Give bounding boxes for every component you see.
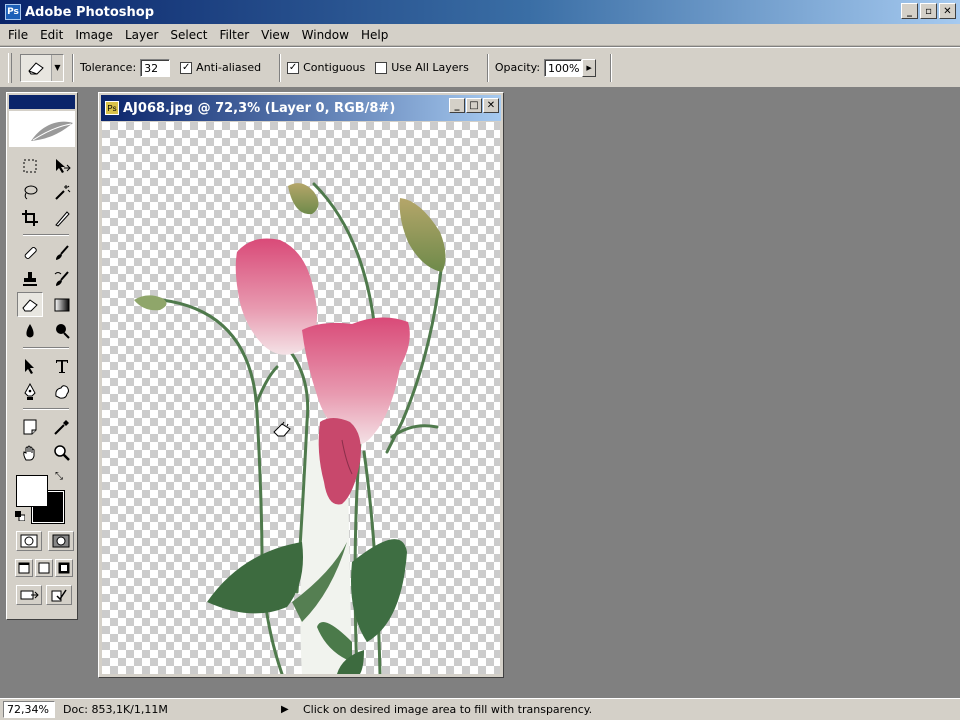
default-colors-icon[interactable] [15,511,25,521]
menu-bar: File Edit Image Layer Select Filter View… [0,24,960,46]
tolerance-label: Tolerance: [80,61,137,74]
document-icon: Ps [105,101,119,115]
divider [610,53,613,82]
checkbox-checked-icon: ✓ [180,61,193,74]
minimize-button[interactable]: _ [901,3,918,19]
app-title-bar: Ps Adobe Photoshop _ ▫ ✕ [0,0,960,24]
menu-view[interactable]: View [255,28,295,42]
status-hint: Click on desired image area to fill with… [303,703,593,716]
document-title-bar[interactable]: Ps AJ068.jpg @ 72,3% (Layer 0, RGB/8#) _… [101,95,501,121]
slice-icon[interactable] [49,205,75,230]
mask-mode-row [7,531,77,551]
divider [23,347,69,349]
divider [23,408,69,410]
menu-file[interactable]: File [2,28,34,42]
tool-preset-picker[interactable]: ▼ [20,53,64,82]
standard-screen-mode-button[interactable] [15,559,33,577]
chevron-down-icon[interactable]: ▼ [51,54,63,81]
notes-icon[interactable] [17,414,43,439]
adobe-online-logo[interactable] [9,111,75,147]
history-brush-icon[interactable] [49,266,75,291]
anti-aliased-checkbox[interactable]: ✓ Anti-aliased [180,61,261,74]
magic-wand-icon[interactable] [49,179,75,204]
lasso-icon[interactable] [17,179,43,204]
menu-window[interactable]: Window [296,28,355,42]
toolbox: ⤡ [6,92,78,620]
restore-button[interactable]: ▫ [920,3,937,19]
blur-icon[interactable] [17,318,43,343]
hand-icon[interactable] [17,440,43,465]
toolbox-title-bar[interactable] [9,95,75,109]
checkbox-unchecked-icon [375,61,388,74]
use-all-layers-checkbox[interactable]: Use All Layers [375,61,469,74]
divider [279,53,282,82]
flower-image [134,182,446,674]
type-icon[interactable] [49,353,75,378]
burn-icon[interactable] [49,318,75,343]
menu-filter[interactable]: Filter [213,28,255,42]
full-screen-menu-mode-button[interactable] [35,559,53,577]
brush-icon[interactable] [49,240,75,265]
doc-maximize-button[interactable]: □ [466,98,482,113]
crop-icon[interactable] [17,205,43,230]
menu-select[interactable]: Select [164,28,213,42]
standard-mode-button[interactable] [16,531,42,551]
jump-to-imageready-icon[interactable] [16,585,42,605]
path-selection-icon[interactable] [17,353,43,378]
jump-to-row [7,585,77,605]
menu-help[interactable]: Help [355,28,394,42]
divider [72,53,74,82]
options-bar: ▼ Tolerance: 32 ✓ Anti-aliased ✓ Contigu… [0,47,960,88]
photoshop-icon: Ps [5,4,21,20]
magic-eraser-icon [21,54,51,81]
quick-mask-mode-button[interactable] [48,531,74,551]
tools-grid [7,147,77,465]
tolerance-input[interactable]: 32 [140,58,171,77]
opacity-slider-arrow-icon[interactable]: ▶ [582,58,597,77]
eyedropper-icon[interactable] [49,414,75,439]
anti-aliased-label: Anti-aliased [196,61,262,74]
menu-edit[interactable]: Edit [34,28,69,42]
doc-close-button[interactable]: ✕ [483,98,499,113]
marquee-icon[interactable] [17,153,43,178]
contiguous-checkbox[interactable]: ✓ Contiguous [287,61,365,74]
edit-check-icon[interactable] [46,585,72,605]
clone-stamp-icon[interactable] [17,266,43,291]
document-title: AJ068.jpg @ 72,3% (Layer 0, RGB/8#) [123,100,396,116]
color-swatches: ⤡ [7,469,77,527]
menu-layer[interactable]: Layer [119,28,164,42]
options-bar-grip[interactable] [8,52,12,83]
image-canvas[interactable] [102,122,500,674]
eraser-cursor-icon [273,421,291,437]
app-title: Adobe Photoshop [25,4,155,20]
zoom-icon[interactable] [49,440,75,465]
close-button[interactable]: ✕ [939,3,956,19]
screen-mode-row [7,559,77,577]
opacity-label: Opacity: [494,61,541,74]
pen-icon[interactable] [17,379,43,404]
zoom-level-input[interactable]: 72,34% [3,701,55,718]
opacity-input[interactable]: 100% [544,58,583,77]
move-icon[interactable] [49,153,75,178]
foreground-color-swatch[interactable] [16,475,48,507]
status-bar: 72,34% Doc: 853,1K/1,11M ▶ Click on desi… [0,698,960,720]
document-window-controls: _ □ ✕ [449,98,499,113]
divider [486,53,489,82]
custom-shape-icon[interactable] [49,379,75,404]
status-menu-arrow-icon[interactable]: ▶ [281,704,297,715]
contiguous-label: Contiguous [303,61,366,74]
eraser-icon[interactable] [17,292,43,317]
swap-colors-icon[interactable]: ⤡ [55,471,63,482]
document-size: Doc: 853,1K/1,11M [63,703,168,716]
gradient-icon[interactable] [49,292,75,317]
checkbox-checked-icon: ✓ [287,61,300,74]
divider [23,234,69,236]
healing-brush-icon[interactable] [17,240,43,265]
menu-image[interactable]: Image [69,28,119,42]
document-window: Ps AJ068.jpg @ 72,3% (Layer 0, RGB/8#) _… [98,92,504,678]
doc-minimize-button[interactable]: _ [449,98,465,113]
use-all-layers-label: Use All Layers [391,61,469,74]
window-controls: _ ▫ ✕ [901,3,956,19]
full-screen-mode-button[interactable] [55,559,73,577]
